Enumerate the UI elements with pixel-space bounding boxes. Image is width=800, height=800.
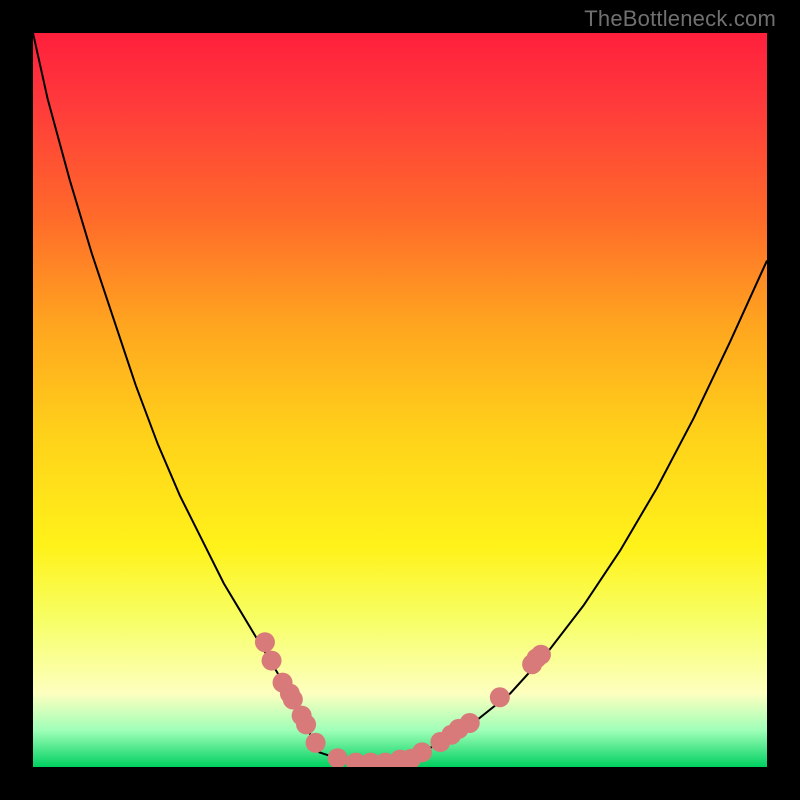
curve-layer (33, 33, 767, 763)
scatter-point (412, 742, 432, 762)
scatter-point (490, 687, 510, 707)
scatter-layer (255, 632, 551, 767)
watermark-text: TheBottleneck.com (584, 6, 776, 32)
scatter-point (262, 651, 282, 671)
scatter-point (296, 714, 316, 734)
plot-area (33, 33, 767, 767)
scatter-point (306, 733, 326, 753)
chart-svg (33, 33, 767, 767)
chart-stage: TheBottleneck.com (0, 0, 800, 800)
curve-path (33, 33, 767, 763)
scatter-point (531, 645, 551, 665)
scatter-point (460, 713, 480, 733)
scatter-point (328, 748, 348, 767)
scatter-point (255, 632, 275, 652)
